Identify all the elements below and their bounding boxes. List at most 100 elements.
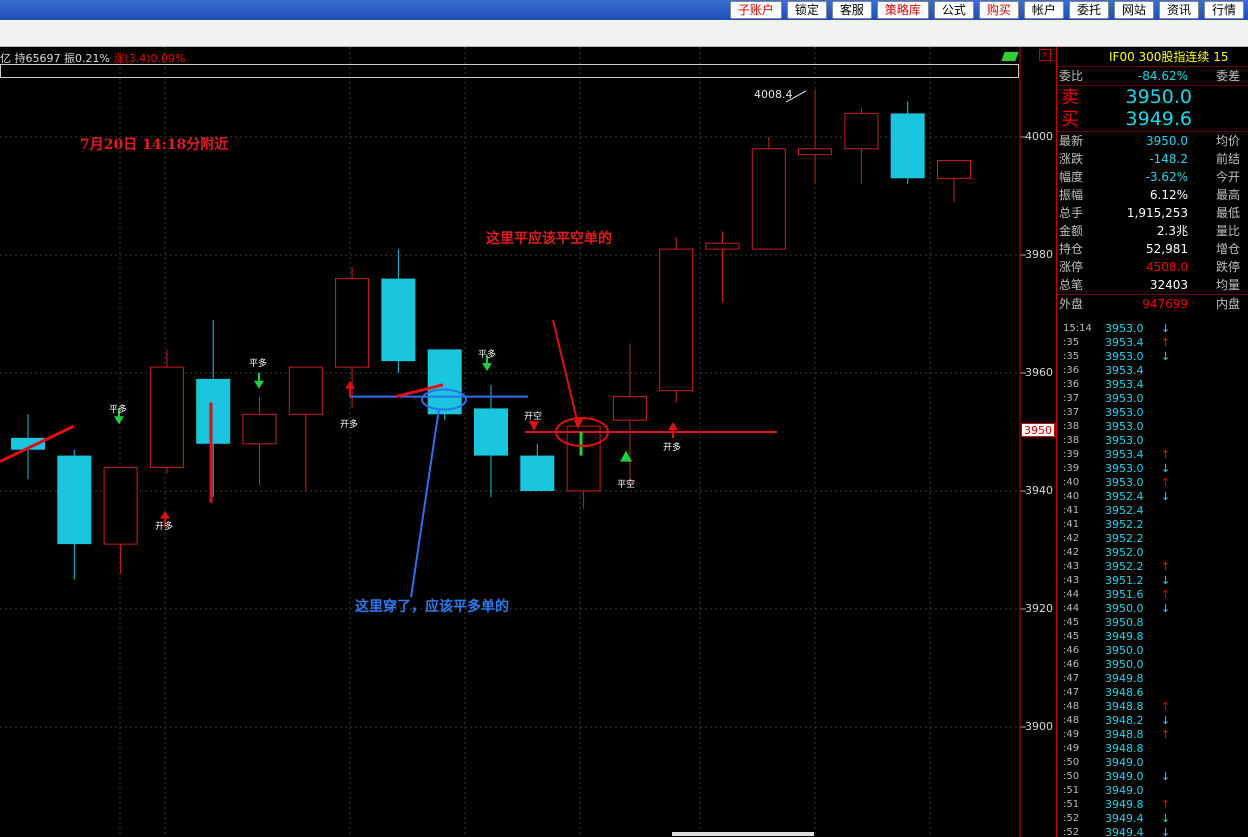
candle-body xyxy=(705,242,740,250)
chart-scrollbar[interactable] xyxy=(672,832,814,836)
candle-body xyxy=(242,413,277,445)
weibi-label: 委比 xyxy=(1059,69,1084,83)
last-price-tag: 3950 xyxy=(1021,423,1055,437)
signal-triangle xyxy=(529,421,539,432)
candle-body xyxy=(381,278,416,362)
tick-time: :45 xyxy=(1063,631,1080,642)
stat-row: 幅度 -3.62% 今开 xyxy=(1057,168,1248,186)
kline-chart[interactable]: 亿 持65697 振0.21% 涨(3.4)0.09% × 7月20日 14:1… xyxy=(0,47,1056,837)
signal-label: 开多 xyxy=(340,420,359,430)
toolbar-button-6[interactable]: 帐户 xyxy=(1023,1,1064,19)
sell-row[interactable]: 卖 3950.0 xyxy=(1057,85,1248,108)
toolbar-button-9[interactable]: 资讯 xyxy=(1158,1,1199,19)
tick-time: :47 xyxy=(1063,687,1080,698)
tick-time: :35 xyxy=(1063,337,1080,348)
tick-price: 3952.2 xyxy=(1105,518,1144,531)
toolbar-button-8[interactable]: 网站 xyxy=(1113,1,1154,19)
annotation-blue-note: 这里穿了，应该平多单的 xyxy=(355,599,509,615)
tick-price: 3953.0 xyxy=(1105,434,1144,447)
toolbar-button-4[interactable]: 公式 xyxy=(933,1,974,19)
tick-row: :41 3952.4 xyxy=(1057,504,1248,518)
arrow-up-icon: ↑ xyxy=(1161,560,1171,573)
contract-title: IF00 300股指连续 15 xyxy=(1057,47,1248,67)
tick-time: :48 xyxy=(1063,701,1080,712)
tick-price: 3948.8 xyxy=(1105,700,1144,713)
y-tick-label: 4000 xyxy=(1025,130,1053,143)
weibi-row: 委比 -84.62% 委差 xyxy=(1057,67,1248,85)
tick-time: :39 xyxy=(1063,449,1080,460)
tick-time: :51 xyxy=(1063,799,1080,810)
tick-price: 3953.0 xyxy=(1105,462,1144,475)
stat-label-right: 增仓 xyxy=(1215,242,1240,256)
tick-row: :37 3953.0 xyxy=(1057,392,1248,406)
tick-row: :46 3950.0 xyxy=(1057,644,1248,658)
tick-price: 3951.6 xyxy=(1105,588,1144,601)
stat-value: 4508.0 xyxy=(1146,260,1188,274)
tick-price: 3948.2 xyxy=(1105,714,1144,727)
signal-arrowhead xyxy=(254,380,264,389)
toolbar-button-3[interactable]: 策略库 xyxy=(876,1,929,19)
toolbar-buttons: 子账户 锁定 客服 策略库 公式 购买 帐户 委托 网站 资讯 行情 xyxy=(729,1,1244,19)
tick-price: 3949.0 xyxy=(1105,756,1144,769)
arrow-up-icon: ↑ xyxy=(1161,588,1171,601)
tick-row: :41 3952.2 xyxy=(1057,518,1248,532)
tick-time: :38 xyxy=(1063,435,1080,446)
y-tick-label: 3980 xyxy=(1025,248,1053,261)
tick-price: 3949.0 xyxy=(1105,784,1144,797)
signal-label: 开空 xyxy=(524,412,543,422)
close-icon[interactable]: × xyxy=(1039,49,1051,61)
stat-label: 外盘 xyxy=(1059,297,1084,311)
tick-row: :36 3953.4 xyxy=(1057,364,1248,378)
tick-row: :38 3953.0 xyxy=(1057,420,1248,434)
y-tick-label: 3900 xyxy=(1025,720,1053,733)
tick-price: 3953.4 xyxy=(1105,448,1144,461)
tick-time: :36 xyxy=(1063,379,1080,390)
buy-label: 买 xyxy=(1061,109,1079,130)
stat-row: 最新 3950.0 均价 xyxy=(1057,132,1248,150)
tick-time: :40 xyxy=(1063,491,1080,502)
tick-row: :35 3953.0 ↓ xyxy=(1057,350,1248,364)
stat-value: -148.2 xyxy=(1149,152,1188,166)
quote-panel: IF00 300股指连续 15 委比 -84.62% 委差 卖 3950.0 买… xyxy=(1056,47,1248,837)
candle-body xyxy=(798,148,833,156)
tick-price: 3950.0 xyxy=(1105,658,1144,671)
arrow-down-icon: ↓ xyxy=(1161,322,1171,335)
tick-price: 3952.4 xyxy=(1105,504,1144,517)
high-price-label: 4008.4 xyxy=(754,88,793,101)
arrow-up-icon: ↑ xyxy=(1161,336,1171,349)
tick-row: :44 3950.0 ↓ xyxy=(1057,602,1248,616)
arrow-down-icon: ↓ xyxy=(1161,574,1171,587)
candle-body xyxy=(335,278,370,368)
indicator-header-box xyxy=(0,64,1019,78)
tick-row: :43 3951.2 ↓ xyxy=(1057,574,1248,588)
tick-list[interactable]: 15:14 3953.0 ↓:35 3953.4 ↑:35 3953.0 ↓:36 3953.… xyxy=(1057,322,1248,837)
tick-row: :49 3948.8 ↑ xyxy=(1057,728,1248,742)
tick-price: 3953.0 xyxy=(1105,392,1144,405)
stat-label: 涨停 xyxy=(1059,260,1084,274)
arrow-down-icon: ↓ xyxy=(1161,462,1171,475)
signal-label: 平空 xyxy=(617,480,636,490)
tick-price: 3949.4 xyxy=(1105,826,1144,837)
tick-price: 3953.4 xyxy=(1105,336,1144,349)
tick-time: :40 xyxy=(1063,477,1080,488)
stat-row: 振幅 6.12% 最高 xyxy=(1057,186,1248,204)
toolbar-button-10[interactable]: 行情 xyxy=(1203,1,1244,19)
stat-label-right: 均价 xyxy=(1215,134,1240,148)
stat-label: 涨跌 xyxy=(1059,152,1084,166)
toolbar-button-0[interactable]: 子账户 xyxy=(729,1,782,19)
tick-row: :46 3950.0 xyxy=(1057,658,1248,672)
tick-row: :48 3948.2 ↓ xyxy=(1057,714,1248,728)
tick-time: :48 xyxy=(1063,715,1080,726)
toolbar-button-1[interactable]: 锁定 xyxy=(786,1,827,19)
buy-row[interactable]: 买 3949.6 xyxy=(1057,108,1248,131)
stat-value: 3950.0 xyxy=(1146,134,1188,148)
candle-body xyxy=(103,466,138,545)
stat-label: 振幅 xyxy=(1059,188,1084,202)
stat-label-right: 跌停 xyxy=(1215,260,1240,274)
toolbar-button-5[interactable]: 购买 xyxy=(978,1,1019,19)
tick-time: :45 xyxy=(1063,617,1080,628)
toolbar-button-7[interactable]: 委托 xyxy=(1068,1,1109,19)
toolbar-button-2[interactable]: 客服 xyxy=(831,1,872,19)
tick-time: :36 xyxy=(1063,365,1080,376)
candle-body xyxy=(659,248,694,392)
